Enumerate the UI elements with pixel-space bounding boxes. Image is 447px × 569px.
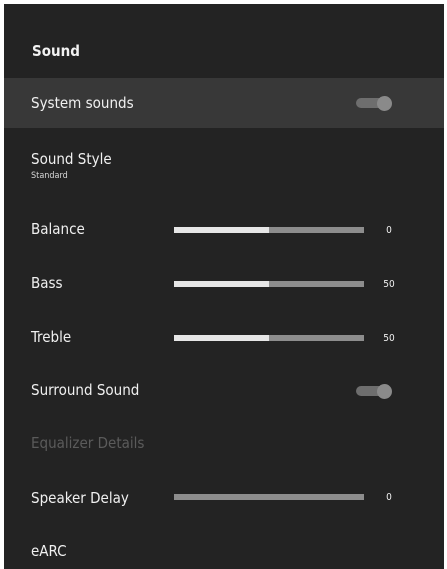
treble-slider[interactable] [174,335,364,341]
bass-row[interactable]: Bass 50 [4,264,444,304]
sound-style-label: Sound Style [31,150,112,168]
surround-sound-row[interactable]: Surround Sound [4,370,444,410]
balance-label: Balance [31,220,85,238]
balance-slider-fill [174,227,269,233]
equalizer-details-row: Equalizer Details [4,424,444,464]
surround-sound-toggle[interactable] [356,384,392,399]
system-sounds-label: System sounds [31,94,134,112]
treble-row[interactable]: Treble 50 [4,318,444,358]
speaker-delay-slider[interactable] [174,494,364,500]
balance-row[interactable]: Balance 0 [4,210,444,250]
sound-settings-panel: Sound System sounds Sound Style Standard… [4,4,444,569]
balance-slider[interactable] [174,227,364,233]
bass-label: Bass [31,274,63,292]
equalizer-details-label: Equalizer Details [31,434,145,452]
speaker-delay-row[interactable]: Speaker Delay 0 [4,478,444,518]
bass-value: 50 [383,279,395,290]
treble-slider-fill [174,335,269,341]
bass-slider-fill [174,281,269,287]
system-sounds-row[interactable]: System sounds [4,78,444,128]
balance-value: 0 [386,225,392,236]
treble-value: 50 [383,333,395,344]
sound-style-row[interactable]: Sound Style Standard [4,144,444,192]
sound-style-value: Standard [31,171,68,181]
bass-slider[interactable] [174,281,364,287]
speaker-delay-value: 0 [386,492,392,503]
surround-sound-label: Surround Sound [31,381,140,399]
toggle-knob [377,96,392,111]
system-sounds-toggle[interactable] [356,96,392,111]
toggle-knob [377,384,392,399]
treble-label: Treble [31,328,72,346]
speaker-delay-label: Speaker Delay [31,489,129,507]
earc-label: eARC [31,542,67,560]
panel-title: Sound [32,42,80,60]
earc-row[interactable]: eARC [4,532,444,569]
